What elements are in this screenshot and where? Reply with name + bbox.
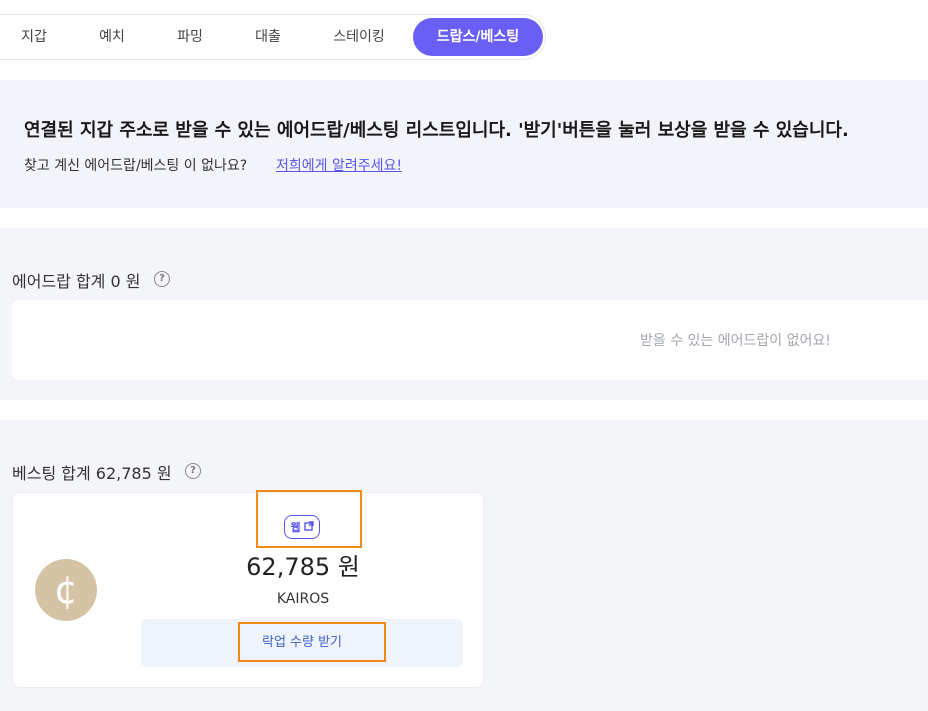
tab-loan[interactable]: 대출 bbox=[242, 15, 294, 59]
tab-drops-vesting[interactable]: 드랍스/베스팅 bbox=[413, 18, 543, 56]
tab-staking[interactable]: 스테이킹 bbox=[318, 15, 400, 59]
tab-farming[interactable]: 파밍 bbox=[164, 15, 216, 59]
empty-message: 받을 수 있는 에어드랍이 없어요! bbox=[640, 333, 831, 349]
tab-wallet[interactable]: 지갑 bbox=[8, 15, 60, 59]
airdrop-empty-card: 받을 수 있는 에어드랍이 없어요! bbox=[12, 300, 928, 380]
claim-lockup-button[interactable]: 락업 수량 받기 bbox=[141, 619, 463, 667]
tab-bar: 지갑 예치 파밍 대출 스테이킹 드랍스/베스팅 bbox=[0, 14, 546, 60]
report-link[interactable]: 저희에게 알려주세요! bbox=[276, 155, 402, 175]
token-name: KAIROS bbox=[276, 591, 330, 607]
web-badge[interactable]: 웹 bbox=[284, 515, 320, 539]
banner-subtitle: 찾고 계신 에어드랍/베스팅 이 없나요? bbox=[24, 158, 248, 174]
airdrop-total-title: 에어드랍 합계 0 원 bbox=[12, 272, 141, 291]
web-badge-label: 웹 bbox=[290, 521, 301, 534]
banner-title: 연결된 지갑 주소로 받을 수 있는 에어드랍/베스팅 리스트입니다. '받기'… bbox=[24, 120, 849, 141]
help-icon[interactable]: ? bbox=[185, 463, 201, 479]
external-link-icon bbox=[303, 520, 314, 534]
cent-coin-icon: ¢ bbox=[35, 559, 97, 621]
vesting-section: 베스팅 합계 62,785 원 ? ¢ 웹 62,785 원 KAIROS 락업… bbox=[0, 420, 928, 711]
info-banner: 연결된 지갑 주소로 받을 수 있는 에어드랍/베스팅 리스트입니다. '받기'… bbox=[0, 80, 928, 208]
vesting-total-title: 베스팅 합계 62,785 원 bbox=[12, 464, 172, 483]
svg-text:¢: ¢ bbox=[54, 568, 78, 612]
vesting-card: ¢ 웹 62,785 원 KAIROS 락업 수량 받기 bbox=[12, 492, 484, 688]
airdrop-section: 에어드랍 합계 0 원 ? 받을 수 있는 에어드랍이 없어요! bbox=[0, 228, 928, 400]
tab-deposit[interactable]: 예치 bbox=[86, 15, 138, 59]
help-icon[interactable]: ? bbox=[154, 271, 170, 287]
vesting-amount: 62,785 원 bbox=[246, 553, 360, 581]
